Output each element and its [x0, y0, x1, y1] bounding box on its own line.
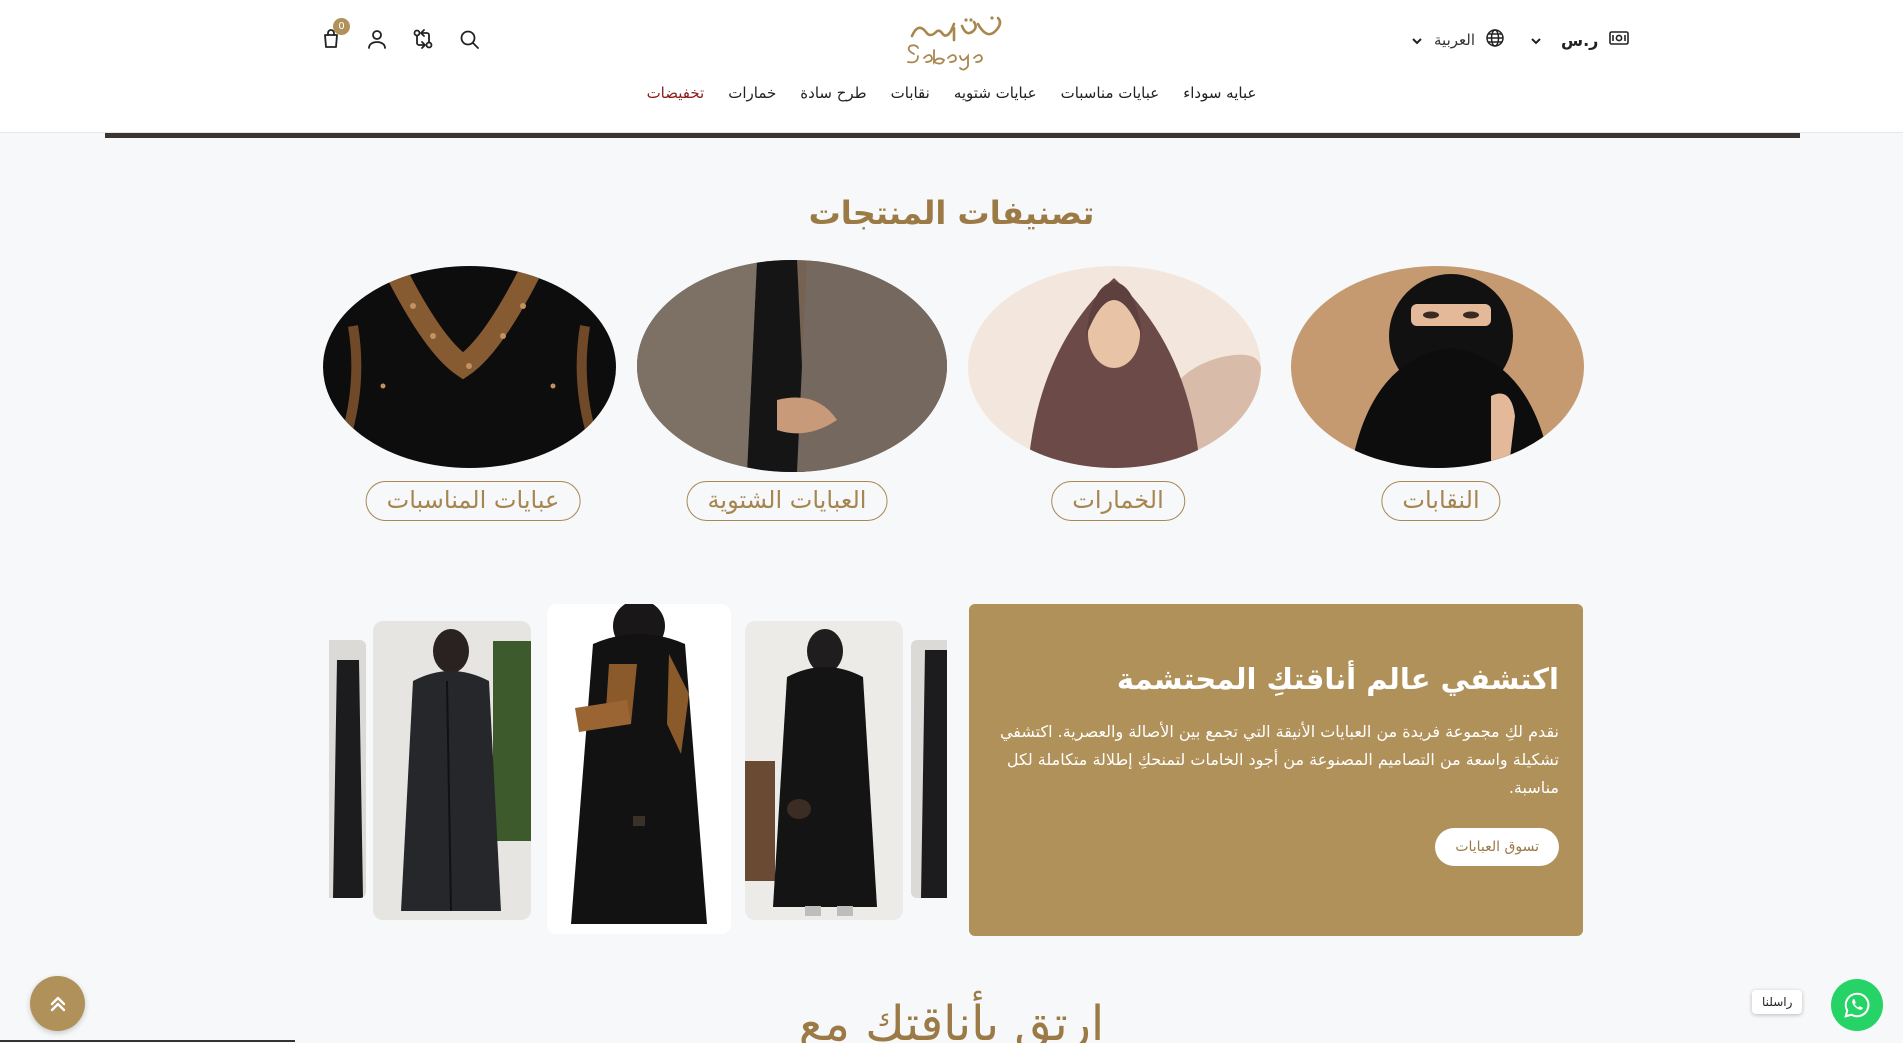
nav-item-plain-scarves[interactable]: طرح سادة	[788, 84, 878, 102]
slide-image-active[interactable]	[547, 604, 731, 934]
search-icon	[460, 30, 479, 49]
scroll-to-top-button[interactable]	[30, 976, 85, 1031]
categories-title: تصنيفات المنتجات	[808, 194, 1095, 232]
account-button[interactable]	[364, 26, 390, 52]
category-card-niqabs[interactable]: النقابات	[1291, 262, 1591, 542]
header-actions: 0	[318, 18, 482, 52]
cart-button[interactable]: 0	[318, 18, 350, 52]
nav-item-occasion-abayas[interactable]: عبايات مناسبات	[1049, 84, 1172, 102]
header-locale: العربية ر.س	[1410, 28, 1630, 52]
hero-banner-edge	[105, 133, 1800, 138]
site-header: 0 العربية ر.س عبايه سوداء عبايات مناسبات…	[0, 0, 1903, 133]
category-card-occasion-abayas[interactable]: عبايات المناسبات	[323, 262, 623, 542]
tagline-heading: ارتقِ بأناقتك مع	[798, 996, 1105, 1043]
category-image-niqabs[interactable]	[1291, 266, 1584, 468]
nav-item-niqabs[interactable]: نقابات	[879, 84, 942, 102]
cart-count-badge: 0	[333, 18, 350, 35]
header-top-bar: 0 العربية ر.س	[0, 0, 1903, 84]
category-image-khimars[interactable]	[968, 266, 1261, 468]
user-icon	[368, 30, 386, 49]
whatsapp-tooltip: راسلنا	[1752, 990, 1803, 1014]
shop-abayas-button[interactable]: تسوق العبايات	[1435, 828, 1559, 866]
chevron-down-icon[interactable]	[1410, 33, 1424, 47]
main-navigation: عبايه سوداء عبايات مناسبات عبايات شتويه …	[0, 84, 1903, 102]
compare-icon	[413, 29, 433, 49]
promo-banner: اكتشفي عالم أناقتكِ المحتشمة نقدم لكِ مج…	[969, 604, 1583, 936]
product-image-slider[interactable]	[329, 604, 947, 938]
category-button-khimars[interactable]: الخمارات	[1051, 481, 1185, 521]
search-button[interactable]	[456, 26, 482, 52]
chevron-down-icon[interactable]	[1529, 33, 1543, 47]
slide-image[interactable]	[745, 621, 903, 920]
currency-selector[interactable]: ر.س	[1561, 31, 1598, 50]
category-button-winter-abayas[interactable]: العبايات الشتوية	[686, 481, 888, 521]
globe-icon	[1485, 28, 1505, 52]
category-button-niqabs[interactable]: النقابات	[1381, 481, 1501, 521]
nav-item-khimars[interactable]: خمارات	[716, 84, 788, 102]
slide-image[interactable]	[329, 640, 366, 898]
whatsapp-icon	[1844, 992, 1870, 1018]
category-image-occasion-abayas[interactable]	[323, 266, 616, 468]
nav-item-sale[interactable]: تخفيضات	[635, 84, 717, 102]
promo-description: نقدم لكِ مجموعة فريدة من العبايات الأنيق…	[999, 722, 1559, 797]
nav-item-winter-abayas[interactable]: عبايات شتويه	[942, 84, 1049, 102]
category-card-khimars[interactable]: الخمارات	[968, 262, 1268, 542]
category-card-winter-abayas[interactable]: العبايات الشتوية	[637, 260, 947, 542]
compare-button[interactable]	[410, 26, 436, 52]
slide-image[interactable]	[911, 640, 947, 898]
category-image-winter-abayas[interactable]	[637, 260, 947, 472]
site-logo[interactable]	[894, 14, 1010, 72]
language-selector[interactable]: العربية	[1434, 31, 1475, 49]
category-button-occasion-abayas[interactable]: عبايات المناسبات	[365, 481, 581, 521]
nav-item-black-abaya[interactable]: عبايه سوداء	[1171, 84, 1268, 102]
currency-icon	[1608, 29, 1630, 51]
double-chevron-up-icon	[50, 996, 65, 1011]
divider	[0, 1040, 295, 1042]
promo-heading: اكتشفي عالم أناقتكِ المحتشمة	[1116, 662, 1559, 696]
slide-image[interactable]	[373, 621, 531, 920]
whatsapp-chat-button[interactable]	[1831, 979, 1883, 1031]
